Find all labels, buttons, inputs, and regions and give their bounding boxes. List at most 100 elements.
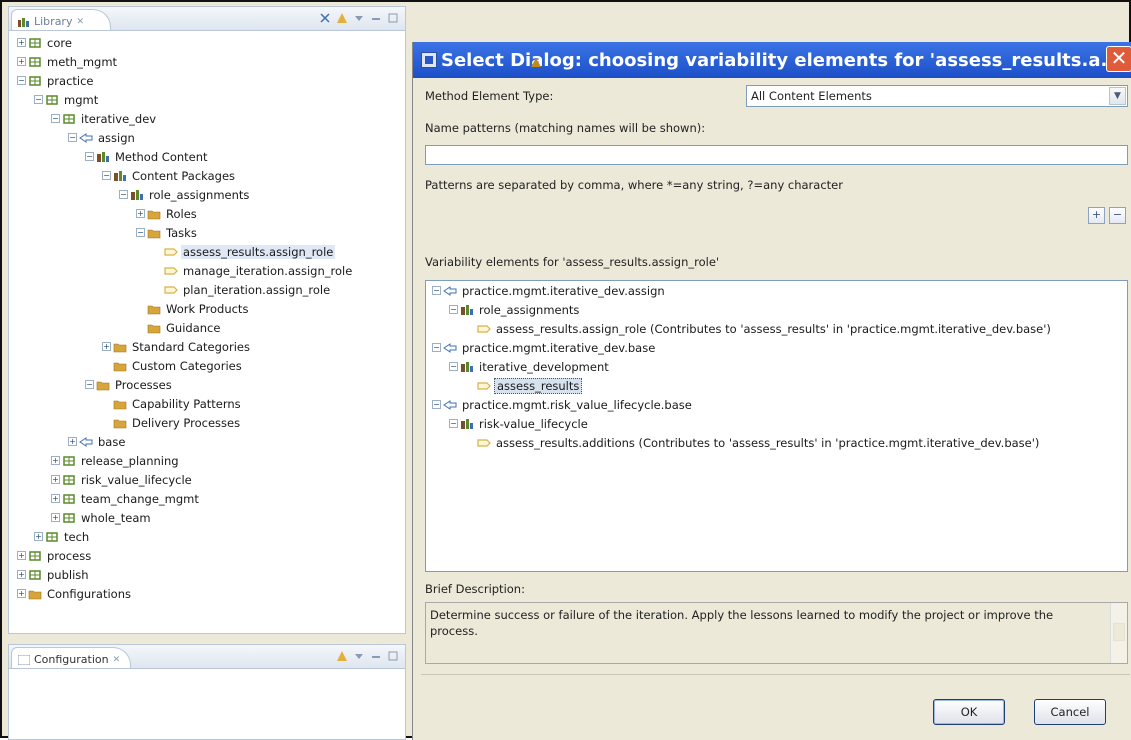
link-editor-icon[interactable]: [336, 12, 348, 24]
method-element-type-select[interactable]: All Content Elements ▼: [746, 85, 1128, 107]
tree-item[interactable]: − assign: [9, 128, 405, 147]
collapse-toggle-icon[interactable]: −: [432, 343, 441, 352]
expand-toggle-icon[interactable]: +: [136, 209, 145, 218]
tree-item[interactable]: − Processes: [9, 375, 405, 394]
collapse-toggle-icon[interactable]: −: [102, 171, 111, 180]
tree-item[interactable]: + release_planning: [9, 451, 405, 470]
library-tree: + core + meth_mgmt − practice − mgmt − iterative_…: [9, 33, 405, 633]
collapse-all-button[interactable]: −: [1109, 207, 1126, 224]
library-tab-bar: Library ✕: [9, 7, 405, 31]
tree-item[interactable]: − practice.mgmt.risk_value_lifecycle.base: [426, 395, 1127, 414]
collapse-toggle-icon[interactable]: −: [449, 419, 458, 428]
minimize-icon[interactable]: [370, 650, 382, 662]
tree-item[interactable]: + risk_value_lifecycle: [9, 470, 405, 489]
tree-item[interactable]: − Tasks: [9, 223, 405, 242]
tree-item[interactable]: − iterative_development: [426, 357, 1127, 376]
collapse-toggle-icon[interactable]: −: [449, 362, 458, 371]
tree-item[interactable]: assess_results.assign_role: [9, 242, 405, 261]
minimize-icon[interactable]: [370, 12, 382, 24]
link-editor-icon[interactable]: [336, 650, 348, 662]
ok-button[interactable]: OK: [933, 699, 1005, 725]
close-icon[interactable]: ✕: [76, 17, 84, 27]
tree-item-label: manage_iteration.assign_role: [183, 263, 353, 278]
variability-elements-tree[interactable]: − practice.mgmt.iterative_dev.assign − role…: [425, 280, 1128, 572]
tree-item[interactable]: + meth_mgmt: [9, 52, 405, 71]
collapse-toggle-icon[interactable]: −: [51, 114, 60, 123]
tree-item[interactable]: + whole_team: [9, 508, 405, 527]
tree-item[interactable]: + base: [9, 432, 405, 451]
tree-item[interactable]: + publish: [9, 565, 405, 584]
scroll-thumb[interactable]: [1113, 623, 1125, 641]
name-patterns-input[interactable]: [425, 145, 1128, 165]
tree-item[interactable]: − mgmt: [9, 90, 405, 109]
tree-item[interactable]: − role_assignments: [426, 300, 1127, 319]
tree-item[interactable]: Custom Categories: [9, 356, 405, 375]
tree-item[interactable]: assess_results: [426, 376, 1127, 395]
expand-toggle-icon[interactable]: +: [17, 570, 26, 579]
tree-item[interactable]: + team_change_mgmt: [9, 489, 405, 508]
tree-item[interactable]: − iterative_dev: [9, 109, 405, 128]
collapse-toggle-icon[interactable]: −: [449, 305, 458, 314]
arrow-icon: [443, 342, 457, 353]
tree-item[interactable]: − risk-value_lifecycle: [426, 414, 1127, 433]
dialog-title-bar[interactable]: Select Dialog: choosing variability elem…: [413, 42, 1131, 78]
expand-toggle-icon[interactable]: +: [68, 437, 77, 446]
tree-item[interactable]: assess_results.additions (Contributes to…: [426, 433, 1127, 452]
expand-toggle-icon[interactable]: +: [17, 589, 26, 598]
expand-all-button[interactable]: +: [1088, 207, 1105, 224]
collapse-toggle-icon[interactable]: −: [136, 228, 145, 237]
tree-item[interactable]: plan_iteration.assign_role: [9, 280, 405, 299]
collapse-toggle-icon[interactable]: −: [68, 133, 77, 142]
collapse-toggle-icon[interactable]: −: [85, 152, 94, 161]
tree-item[interactable]: + Configurations: [9, 584, 405, 603]
tree-item[interactable]: assess_results.assign_role (Contributes …: [426, 319, 1127, 338]
library-icon: [18, 17, 29, 27]
maximize-icon[interactable]: [387, 650, 399, 662]
collapse-toggle-icon[interactable]: −: [17, 76, 26, 85]
tree-item[interactable]: Capability Patterns: [9, 394, 405, 413]
collapse-toggle-icon[interactable]: −: [85, 380, 94, 389]
tree-item[interactable]: + Roles: [9, 204, 405, 223]
description-scrollbar[interactable]: [1110, 603, 1127, 663]
expand-toggle-icon[interactable]: +: [102, 342, 111, 351]
tree-item[interactable]: − Method Content: [9, 147, 405, 166]
application-window: Library ✕ + core + meth_mgmt − practice − mgmt −…: [0, 0, 1131, 740]
chevron-down-icon[interactable]: ▼: [1109, 87, 1126, 105]
collapse-toggle-icon[interactable]: −: [34, 95, 43, 104]
expand-toggle-icon[interactable]: +: [17, 38, 26, 47]
plugin-icon: [29, 75, 41, 86]
tree-item[interactable]: − practice.mgmt.iterative_dev.base: [426, 338, 1127, 357]
tree-item[interactable]: + core: [9, 33, 405, 52]
configuration-tab[interactable]: Configuration ✕: [11, 647, 131, 668]
collapse-toggle-icon[interactable]: −: [432, 400, 441, 409]
dialog-close-button[interactable]: ✕: [1106, 46, 1131, 72]
expand-toggle-icon[interactable]: +: [51, 513, 60, 522]
tree-item[interactable]: − practice: [9, 71, 405, 90]
collapse-all-icon[interactable]: [319, 12, 331, 24]
expand-toggle-icon[interactable]: +: [17, 57, 26, 66]
close-icon[interactable]: ✕: [113, 655, 121, 665]
tree-item[interactable]: − role_assignments: [9, 185, 405, 204]
tree-item[interactable]: Guidance: [9, 318, 405, 337]
collapse-toggle-icon[interactable]: −: [119, 190, 128, 199]
tree-item[interactable]: + process: [9, 546, 405, 565]
maximize-icon[interactable]: [387, 12, 399, 24]
tree-item[interactable]: + Standard Categories: [9, 337, 405, 356]
tree-item[interactable]: − practice.mgmt.iterative_dev.assign: [426, 281, 1127, 300]
expand-toggle-icon[interactable]: +: [51, 475, 60, 484]
tree-item[interactable]: + tech: [9, 527, 405, 546]
expand-toggle-icon[interactable]: +: [51, 494, 60, 503]
view-menu-icon[interactable]: [353, 650, 365, 662]
cancel-button[interactable]: Cancel: [1034, 699, 1106, 725]
tree-item[interactable]: − Content Packages: [9, 166, 405, 185]
expand-toggle-icon[interactable]: +: [51, 456, 60, 465]
view-menu-icon[interactable]: [353, 12, 365, 24]
collapse-toggle-icon[interactable]: −: [432, 286, 441, 295]
tree-item[interactable]: manage_iteration.assign_role: [9, 261, 405, 280]
tree-item[interactable]: Work Products: [9, 299, 405, 318]
tree-item[interactable]: Delivery Processes: [9, 413, 405, 432]
expand-toggle-icon[interactable]: +: [34, 532, 43, 541]
expand-toggle-icon[interactable]: +: [17, 551, 26, 560]
library-tab[interactable]: Library ✕: [11, 9, 111, 30]
